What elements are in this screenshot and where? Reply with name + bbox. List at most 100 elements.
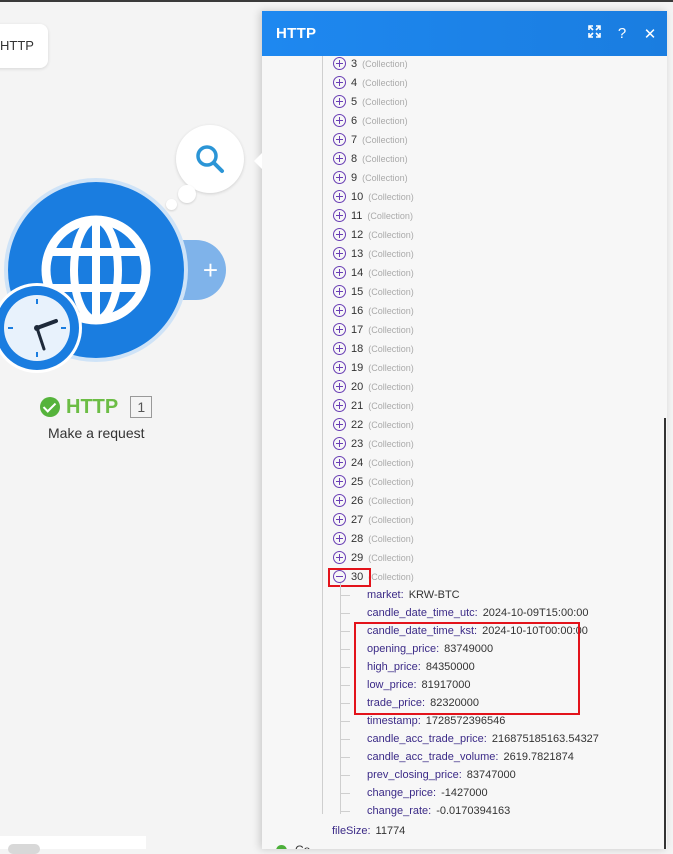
tree-collection-item[interactable]: 27 (Collection) bbox=[333, 510, 414, 529]
item-type: (Collection) bbox=[368, 248, 414, 259]
panel-body[interactable]: 3 (Collection) 4 (Collection) 5 (Collection) 6… bbox=[262, 56, 667, 849]
item-index: 23 bbox=[351, 437, 364, 450]
expand-toggle-icon[interactable] bbox=[333, 304, 346, 317]
expand-toggle-icon[interactable] bbox=[333, 152, 346, 165]
scrollbar-thumb[interactable] bbox=[664, 418, 666, 849]
expand-toggle-icon[interactable] bbox=[333, 190, 346, 203]
item-type: (Collection) bbox=[362, 134, 408, 145]
tree-collection-item[interactable]: 19 (Collection) bbox=[333, 358, 414, 377]
tree-collection-item[interactable]: 14 (Collection) bbox=[333, 263, 414, 282]
item-type: (Collection) bbox=[368, 438, 414, 449]
tree-collection-item[interactable]: 20 (Collection) bbox=[333, 377, 414, 396]
tree-collection-item[interactable]: 6 (Collection) bbox=[333, 111, 408, 130]
item-type: (Collection) bbox=[368, 362, 414, 373]
expand-toggle-icon[interactable] bbox=[333, 399, 346, 412]
field-row: candle_date_time_utc: 2024-10-09T15:00:00 bbox=[367, 604, 589, 622]
item-type: (Collection) bbox=[362, 115, 408, 126]
expand-toggle-icon[interactable] bbox=[333, 361, 346, 374]
tree-branch-line bbox=[340, 649, 350, 650]
panel-title: HTTP bbox=[276, 25, 317, 42]
tree-collection-item[interactable]: 16 (Collection) bbox=[333, 301, 414, 320]
tree-branch-line bbox=[340, 595, 350, 596]
tree-collection-item[interactable]: 24 (Collection) bbox=[333, 453, 414, 472]
expand-toggle-icon[interactable] bbox=[333, 114, 346, 127]
field-value: -0.0170394163 bbox=[436, 805, 511, 817]
expand-toggle-icon[interactable] bbox=[333, 171, 346, 184]
tree-collection-item[interactable]: 15 (Collection) bbox=[333, 282, 414, 301]
expand-toggle-icon[interactable] bbox=[333, 494, 346, 507]
search-icon bbox=[196, 145, 224, 173]
previous-module-chip[interactable]: HTTP bbox=[0, 24, 48, 68]
tree-collection-item[interactable]: 26 (Collection) bbox=[333, 491, 414, 510]
close-icon[interactable]: ✕ bbox=[643, 25, 657, 43]
tree-collection-item[interactable]: 10 (Collection) bbox=[333, 187, 414, 206]
expand-toggle-icon[interactable] bbox=[333, 513, 346, 526]
panel-pointer bbox=[254, 153, 262, 169]
tree-collection-item[interactable]: 18 (Collection) bbox=[333, 339, 414, 358]
item-type: (Collection) bbox=[368, 229, 414, 240]
expand-toggle-icon[interactable] bbox=[333, 95, 346, 108]
toggle-switch[interactable] bbox=[8, 844, 40, 854]
item-type: (Collection) bbox=[368, 381, 414, 392]
expand-toggle-icon[interactable] bbox=[333, 342, 346, 355]
tree-collection-item[interactable]: 11 (Collection) bbox=[333, 206, 413, 225]
item-index: 12 bbox=[351, 228, 364, 241]
tree-collection-item[interactable]: 8 (Collection) bbox=[333, 149, 408, 168]
expand-toggle-icon[interactable] bbox=[333, 57, 346, 70]
expand-toggle-icon[interactable] bbox=[333, 532, 346, 545]
expand-toggle-icon[interactable] bbox=[333, 266, 346, 279]
expand-toggle-icon[interactable] bbox=[333, 285, 346, 298]
expand-toggle-icon[interactable] bbox=[333, 380, 346, 393]
schedule-clock[interactable] bbox=[0, 283, 82, 373]
item-type: (Collection) bbox=[362, 153, 408, 164]
expand-toggle-icon[interactable] bbox=[333, 76, 346, 89]
tree-collection-item[interactable]: 7 (Collection) bbox=[333, 130, 408, 149]
tree-collection-item[interactable]: 29 (Collection) bbox=[333, 548, 414, 567]
tree-collection-item[interactable]: 5 (Collection) bbox=[333, 92, 408, 111]
expand-toggle-icon[interactable] bbox=[333, 323, 346, 336]
tree-collection-item[interactable]: 21 (Collection) bbox=[333, 396, 414, 415]
item-index: 15 bbox=[351, 285, 364, 298]
tree-collection-item[interactable]: 22 (Collection) bbox=[333, 415, 414, 434]
item-index: 27 bbox=[351, 513, 364, 526]
tree-collection-item[interactable]: 28 (Collection) bbox=[333, 529, 414, 548]
expand-icon[interactable] bbox=[587, 25, 601, 42]
field-value: 2619.7821874 bbox=[503, 751, 574, 763]
item-index: 6 bbox=[351, 114, 358, 127]
item-index: 18 bbox=[351, 342, 364, 355]
module-title: HTTP bbox=[66, 395, 119, 418]
item-type: (Collection) bbox=[362, 96, 408, 107]
field-row: change_price: -1427000 bbox=[367, 784, 488, 802]
tree-collection-item[interactable]: 9 (Collection) bbox=[333, 168, 408, 187]
item-type: (Collection) bbox=[368, 305, 414, 316]
tree-branch-line bbox=[340, 685, 350, 686]
expand-toggle-icon[interactable] bbox=[333, 209, 346, 222]
tree-collection-item[interactable]: 3 (Collection) bbox=[333, 56, 408, 73]
item-type: (Collection) bbox=[368, 533, 414, 544]
tree-collection-item[interactable]: 12 (Collection) bbox=[333, 225, 414, 244]
item-type: (Collection) bbox=[368, 419, 414, 430]
expand-toggle-icon[interactable] bbox=[333, 133, 346, 146]
tree-collection-item[interactable]: 25 (Collection) bbox=[333, 472, 414, 491]
tree-collection-item[interactable]: 23 (Collection) bbox=[333, 434, 414, 453]
item-index: 24 bbox=[351, 456, 364, 469]
expand-toggle-icon[interactable] bbox=[333, 418, 346, 431]
tree-collection-item[interactable]: 17 (Collection) bbox=[333, 320, 414, 339]
item-type: (Collection) bbox=[368, 457, 414, 468]
expand-toggle-icon[interactable] bbox=[333, 456, 346, 469]
tree-collection-item[interactable]: 4 (Collection) bbox=[333, 73, 408, 92]
search-bubble[interactable] bbox=[176, 125, 244, 193]
expand-toggle-icon[interactable] bbox=[333, 551, 346, 564]
item-index: 5 bbox=[351, 95, 358, 108]
tree-guide-line bbox=[322, 56, 323, 814]
item-index: 17 bbox=[351, 323, 364, 336]
expand-toggle-icon[interactable] bbox=[333, 228, 346, 241]
expand-toggle-icon[interactable] bbox=[333, 437, 346, 450]
item-type: (Collection) bbox=[368, 495, 414, 506]
field-value: KRW-BTC bbox=[408, 589, 460, 601]
expand-toggle-icon[interactable] bbox=[333, 475, 346, 488]
expand-toggle-icon[interactable] bbox=[333, 247, 346, 260]
status-dot-icon bbox=[276, 844, 287, 849]
help-icon[interactable]: ? bbox=[615, 25, 629, 42]
tree-collection-item[interactable]: 13 (Collection) bbox=[333, 244, 414, 263]
